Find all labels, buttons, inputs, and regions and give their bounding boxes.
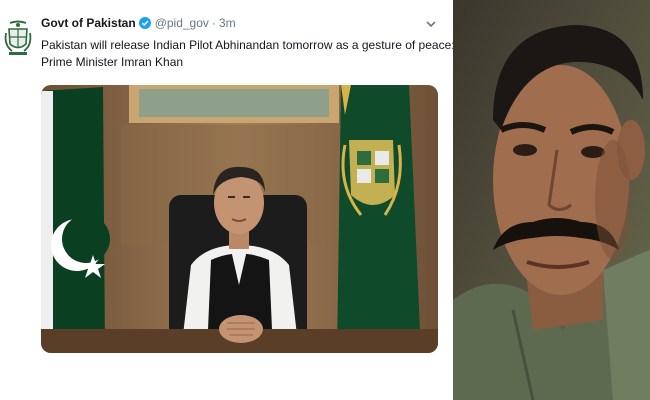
verified-badge-icon — [138, 17, 151, 29]
state-emblem-icon[interactable] — [4, 20, 32, 58]
account-handle[interactable]: @pid_gov — [155, 16, 209, 30]
pilot-photo — [453, 0, 650, 400]
tweet-text-line: Pakistan will release Indian Pilot Abhin… — [41, 38, 455, 52]
tweet-text-line: Prime Minister Imran Khan — [41, 55, 184, 69]
tweet-header: Govt of Pakistan @pid_gov · 3m — [41, 16, 236, 30]
tweet-card: Govt of Pakistan @pid_gov · 3m Pakistan … — [0, 0, 455, 400]
chevron-down-icon[interactable] — [425, 17, 437, 29]
tweet-timestamp[interactable]: 3m — [219, 16, 236, 30]
tweet-text: Pakistan will release Indian Pilot Abhin… — [41, 37, 455, 71]
separator-dot: · — [211, 16, 216, 30]
account-name[interactable]: Govt of Pakistan — [41, 16, 136, 30]
tweet-media-image[interactable] — [41, 85, 438, 353]
